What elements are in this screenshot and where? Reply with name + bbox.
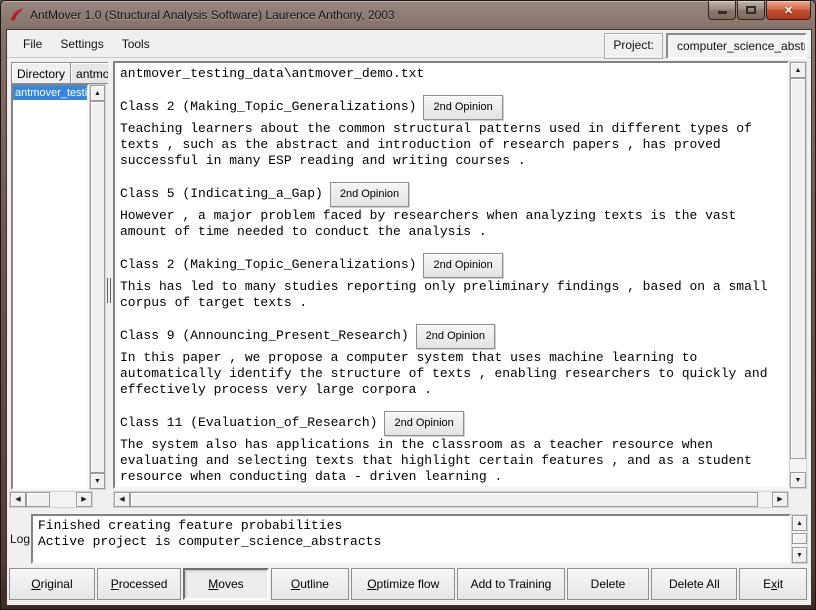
app-window: AntMover 1.0 (Structural Analysis Softwa…: [0, 0, 816, 610]
second-opinion-button[interactable]: 2nd Opinion: [384, 411, 463, 436]
menubar: File Settings Tools Project: computer_sc…: [7, 30, 811, 58]
move-section: Class 2 (Making_Topic_Generalizations) 2…: [120, 96, 782, 169]
moves-text-view[interactable]: antmover_testing_data\antmover_demo.txt …: [113, 61, 789, 489]
scroll-down-button[interactable]: ▼: [792, 547, 807, 563]
menu-settings[interactable]: Settings: [52, 33, 111, 55]
tab-antmover[interactable]: antmover: [71, 62, 108, 84]
class-heading: Class 2 (Making_Topic_Generalizations): [120, 257, 416, 273]
scroll-right-button[interactable]: ▶: [772, 492, 788, 507]
scroll-down-button[interactable]: ▼: [90, 473, 105, 489]
down-arrow-icon: ▼: [795, 477, 802, 484]
move-section: Class 11 (Evaluation_of_Research) 2nd Op…: [120, 412, 782, 485]
client-area: File Settings Tools Project: computer_sc…: [6, 29, 812, 606]
scroll-thumb[interactable]: [26, 492, 50, 507]
list-item-selected[interactable]: antmover_testin: [13, 86, 87, 100]
window-title: AntMover 1.0 (Structural Analysis Softwa…: [30, 8, 395, 22]
up-arrow-icon: ▲: [94, 90, 101, 97]
scroll-left-button[interactable]: ◀: [10, 492, 26, 507]
sentence-text: However , a major problem faced by resea…: [120, 208, 782, 240]
close-button[interactable]: ✕: [766, 1, 811, 20]
scroll-down-button[interactable]: ▼: [790, 472, 806, 488]
tk-feather-icon: [8, 7, 24, 23]
scroll-track[interactable]: [90, 101, 105, 473]
class-heading: Class 11 (Evaluation_of_Research): [120, 415, 377, 431]
class-heading: Class 9 (Announcing_Present_Research): [120, 328, 409, 344]
scroll-thumb[interactable]: [792, 533, 807, 544]
right-arrow-icon: ▶: [81, 496, 86, 503]
left-arrow-icon: ◀: [15, 496, 20, 503]
maximize-button[interactable]: [737, 1, 765, 20]
sentence-text: The system also has applications in the …: [120, 437, 782, 485]
menu-file[interactable]: File: [15, 33, 50, 55]
second-opinion-button[interactable]: 2nd Opinion: [423, 253, 502, 278]
second-opinion-button[interactable]: 2nd Opinion: [423, 95, 502, 120]
down-arrow-icon: ▼: [94, 478, 101, 485]
project-label: Project:: [604, 33, 663, 59]
outline-button[interactable]: Outline: [271, 568, 349, 600]
scroll-up-button[interactable]: ▲: [90, 85, 105, 101]
log-output[interactable]: Finished creating feature probabilities …: [31, 514, 791, 564]
window-controls: ✕: [708, 1, 811, 20]
second-opinion-button[interactable]: 2nd Opinion: [416, 324, 495, 349]
tab-directory[interactable]: Directory: [11, 62, 71, 84]
up-arrow-icon: ▲: [795, 67, 802, 74]
scroll-right-button[interactable]: ▶: [76, 492, 92, 507]
processed-button[interactable]: Processed: [97, 568, 181, 600]
pane-sash[interactable]: [106, 278, 113, 303]
scroll-thumb[interactable]: [130, 492, 758, 507]
main-vertical-scrollbar[interactable]: ▲ ▼: [789, 61, 807, 489]
scroll-thumb[interactable]: [90, 101, 105, 473]
menu-tools[interactable]: Tools: [114, 33, 158, 55]
scroll-left-button[interactable]: ◀: [114, 492, 130, 507]
project-bar: Project: computer_science_abstracts: [604, 33, 807, 59]
main-horizontal-scrollbar[interactable]: ◀ ▶: [113, 491, 789, 508]
optimize-flow-button[interactable]: Optimize flow: [351, 568, 455, 600]
file-path: antmover_testing_data\antmover_demo.txt: [120, 66, 782, 82]
maximize-icon: [746, 6, 756, 14]
log-vertical-scrollbar[interactable]: ▲ ▼: [791, 514, 808, 564]
log-label: Log: [10, 532, 30, 546]
class-heading: Class 2 (Making_Topic_Generalizations): [120, 99, 416, 115]
move-section: Class 2 (Making_Topic_Generalizations) 2…: [120, 254, 782, 311]
sidebar-vertical-scrollbar[interactable]: ▲ ▼: [89, 84, 106, 490]
down-arrow-icon: ▼: [796, 552, 803, 559]
bottom-toolbar: Original Processed Moves Outline Optimiz…: [9, 568, 807, 600]
scroll-up-button[interactable]: ▲: [790, 62, 806, 78]
log-line: Active project is computer_science_abstr…: [38, 534, 784, 550]
right-arrow-icon: ▶: [777, 496, 782, 503]
sidebar-horizontal-scrollbar[interactable]: ◀ ▶: [9, 491, 93, 508]
scroll-thumb[interactable]: [790, 78, 806, 459]
left-arrow-icon: ◀: [119, 496, 124, 503]
class-heading: Class 5 (Indicating_a_Gap): [120, 186, 323, 202]
scroll-track[interactable]: [790, 78, 806, 472]
sentence-text: In this paper , we propose a computer sy…: [120, 350, 782, 398]
sentence-text: This has led to many studies reporting o…: [120, 279, 782, 311]
scroll-up-button[interactable]: ▲: [792, 515, 807, 531]
move-section: Class 9 (Announcing_Present_Research) 2n…: [120, 325, 782, 398]
second-opinion-button[interactable]: 2nd Opinion: [330, 182, 409, 207]
moves-button[interactable]: Moves: [183, 568, 268, 600]
sidebar-tabs: Directory antmover: [11, 62, 108, 84]
project-name-field[interactable]: computer_science_abstracts: [666, 33, 807, 59]
log-line: Finished creating feature probabilities: [38, 518, 784, 534]
up-arrow-icon: ▲: [796, 520, 803, 527]
minimize-button[interactable]: [708, 1, 736, 20]
close-icon: ✕: [784, 5, 793, 17]
directory-listbox[interactable]: antmover_testin: [11, 84, 89, 490]
move-section: Class 5 (Indicating_a_Gap) 2nd Opinion H…: [120, 183, 782, 240]
add-to-training-button[interactable]: Add to Training: [457, 568, 564, 600]
delete-button[interactable]: Delete: [567, 568, 650, 600]
titlebar[interactable]: AntMover 1.0 (Structural Analysis Softwa…: [1, 1, 816, 29]
scroll-track[interactable]: [130, 492, 772, 507]
original-button[interactable]: Original: [9, 568, 95, 600]
exit-button[interactable]: Exit: [739, 568, 807, 600]
sentence-text: Teaching learners about the common struc…: [120, 121, 782, 169]
minimize-icon: [718, 11, 727, 14]
scroll-track[interactable]: [792, 531, 807, 547]
delete-all-button[interactable]: Delete All: [651, 568, 737, 600]
scroll-track[interactable]: [26, 492, 76, 507]
